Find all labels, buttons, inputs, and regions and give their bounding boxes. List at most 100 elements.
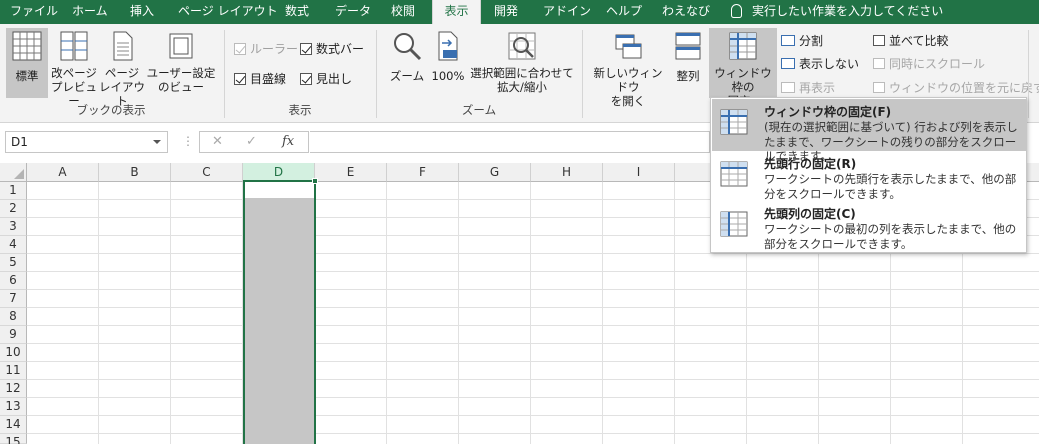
row-header-4[interactable]: 4: [0, 236, 27, 254]
name-box[interactable]: D1: [5, 131, 168, 153]
lightbulb-icon: [731, 4, 742, 18]
row-header-12[interactable]: 12: [0, 380, 27, 398]
freeze-panes-label-1: ウィンドウ枠の: [714, 66, 772, 94]
split-button[interactable]: 分割: [781, 32, 823, 49]
zoom-100-button[interactable]: 100%: [430, 28, 466, 98]
row-header-2[interactable]: 2: [0, 200, 27, 218]
new-window-button[interactable]: 新しいウィンドウ を開く: [588, 28, 668, 108]
group-label-show: 表示: [288, 103, 312, 117]
column-header-f[interactable]: F: [387, 163, 459, 182]
menu-item-freeze-first-column[interactable]: 先頭列の固定(C) ワークシートの最初の列を表示したままで、他の部分をスクロール…: [712, 201, 1026, 253]
reset-window-position-button[interactable]: ウィンドウの位置を元に戻す: [873, 79, 1039, 96]
custom-views-button[interactable]: ユーザー設定 のビュー: [146, 28, 216, 98]
zoom-selection-label-1: 選択範囲に合わせて: [470, 66, 574, 80]
row-header-7[interactable]: 7: [0, 290, 27, 308]
column-header-c[interactable]: C: [171, 163, 243, 182]
column-header-e[interactable]: E: [315, 163, 387, 182]
selection-border: [243, 180, 316, 444]
row-header-10[interactable]: 10: [0, 344, 27, 362]
gridlines-label: 目盛線: [250, 72, 287, 86]
tab-developer[interactable]: 開発: [494, 0, 518, 24]
row-header-15[interactable]: 15: [0, 434, 27, 444]
tab-file[interactable]: ファイル: [10, 0, 58, 24]
cancel-icon[interactable]: ✕: [212, 134, 223, 149]
tab-data[interactable]: データ: [335, 0, 371, 24]
ruler-checkbox[interactable]: ルーラー: [234, 40, 298, 57]
zoom-to-selection-button[interactable]: 選択範囲に合わせて 拡大/縮小: [468, 28, 576, 98]
tab-waenavi[interactable]: わえなび: [662, 0, 710, 24]
tab-formulas[interactable]: 数式: [285, 0, 309, 24]
column-header-a[interactable]: A: [27, 163, 99, 182]
row-header-11[interactable]: 11: [0, 362, 27, 380]
normal-view-button[interactable]: 標準: [6, 28, 48, 98]
menu-item-freeze-top-row[interactable]: 先頭行の固定(R) ワークシートの先頭行を表示したままで、他の部分をスクロールで…: [712, 151, 1026, 203]
row-header-8[interactable]: 8: [0, 308, 27, 326]
grid-row-line: [27, 379, 1039, 380]
column-header-b[interactable]: B: [99, 163, 171, 182]
freeze-panes-menu: ウィンドウ枠の固定(F) (現在の選択範囲に基づいて) 行および列を表示したまま…: [710, 97, 1027, 253]
zoom-100-label: 100%: [431, 69, 465, 83]
page-layout-label-1: ページ: [104, 66, 140, 80]
grid-row-line: [27, 289, 1039, 290]
enter-icon[interactable]: ✓: [246, 134, 257, 149]
menu-item-description: ワークシートの先頭行を表示したままで、他の部分をスクロールできます。: [764, 172, 1017, 201]
ruler-label: ルーラー: [250, 42, 299, 56]
tab-home[interactable]: ホーム: [72, 0, 108, 24]
arrange-all-button[interactable]: 整列: [670, 28, 706, 98]
unhide-window-button[interactable]: 再表示: [781, 79, 835, 96]
row-header-5[interactable]: 5: [0, 254, 27, 272]
tab-help[interactable]: ヘルプ: [606, 0, 642, 24]
column-header-h[interactable]: H: [531, 163, 603, 182]
hide-window-button[interactable]: 表示しない: [781, 55, 859, 72]
formula-bar-checkbox[interactable]: 数式バー: [300, 40, 364, 57]
freeze-panes-button[interactable]: ウィンドウ枠の 固定 ▾: [709, 28, 777, 108]
sync-scroll-button[interactable]: 同時にスクロール: [873, 55, 985, 72]
menu-item-freeze-panes[interactable]: ウィンドウ枠の固定(F) (現在の選択範囲に基づいて) 行および列を表示したまま…: [712, 99, 1026, 163]
grid-row-line: [27, 397, 1039, 398]
row-header-3[interactable]: 3: [0, 218, 27, 236]
checkbox-checked-icon: [234, 43, 246, 55]
tab-view[interactable]: 表示: [432, 0, 481, 24]
tab-insert[interactable]: 挿入: [130, 0, 154, 24]
new-window-icon: [615, 34, 642, 59]
zoom-button[interactable]: ズーム: [386, 28, 428, 98]
page-break-preview-button[interactable]: 改ページ プレビュー: [50, 28, 98, 108]
fill-handle[interactable]: [312, 178, 318, 184]
formula-input[interactable]: [310, 131, 710, 153]
magnifier-icon: [394, 33, 422, 61]
tab-review[interactable]: 校閲: [391, 0, 415, 24]
zoom-100-icon: [438, 31, 458, 61]
row-header-6[interactable]: 6: [0, 272, 27, 290]
page-layout-view-button[interactable]: ページ レイアウト: [98, 28, 146, 108]
hide-window-label: 表示しない: [799, 57, 860, 71]
reset-position-icon: [873, 82, 885, 93]
row-header-14[interactable]: 14: [0, 416, 27, 434]
tell-me-box[interactable]: 実行したい作業を入力してください: [731, 0, 943, 24]
insert-function-icon[interactable]: fx: [282, 134, 294, 149]
select-all-button[interactable]: [0, 163, 27, 182]
side-by-side-label: 並べて比較: [889, 34, 949, 48]
menu-item-description: ワークシートの最初の列を表示したままで、他の部分をスクロールできます。: [764, 222, 1017, 251]
view-side-by-side-button[interactable]: 並べて比較: [873, 32, 949, 49]
split-icon: [781, 35, 795, 46]
grid-row-line: [27, 325, 1039, 326]
headings-label: 見出し: [316, 72, 353, 86]
column-header-g[interactable]: G: [459, 163, 531, 182]
grid-row-line: [27, 361, 1039, 362]
column-header-i[interactable]: I: [603, 163, 675, 182]
headings-checkbox[interactable]: 見出し: [300, 70, 352, 87]
row-header-9[interactable]: 9: [0, 326, 27, 344]
vertical-dots-icon: ⋮: [182, 134, 194, 148]
row-header-1[interactable]: 1: [0, 182, 27, 200]
ribbon-tab-bar: ファイル ホーム 挿入 ページ レイアウト 数式 データ 校閲 表示 開発 アド…: [0, 0, 1039, 24]
tab-addins[interactable]: アドイン: [543, 0, 591, 24]
group-separator: [582, 30, 583, 118]
tab-page-layout[interactable]: ページ レイアウト: [178, 0, 278, 24]
arrange-label: 整列: [676, 69, 700, 83]
row-header-13[interactable]: 13: [0, 398, 27, 416]
formula-bar-label: 数式バー: [316, 42, 365, 56]
chevron-down-icon[interactable]: [153, 140, 161, 144]
tell-me-text: 実行したい作業を入力してください: [752, 4, 944, 18]
gridlines-checkbox[interactable]: 目盛線: [234, 70, 286, 87]
reset-position-label: ウィンドウの位置を元に戻す: [889, 81, 1039, 95]
